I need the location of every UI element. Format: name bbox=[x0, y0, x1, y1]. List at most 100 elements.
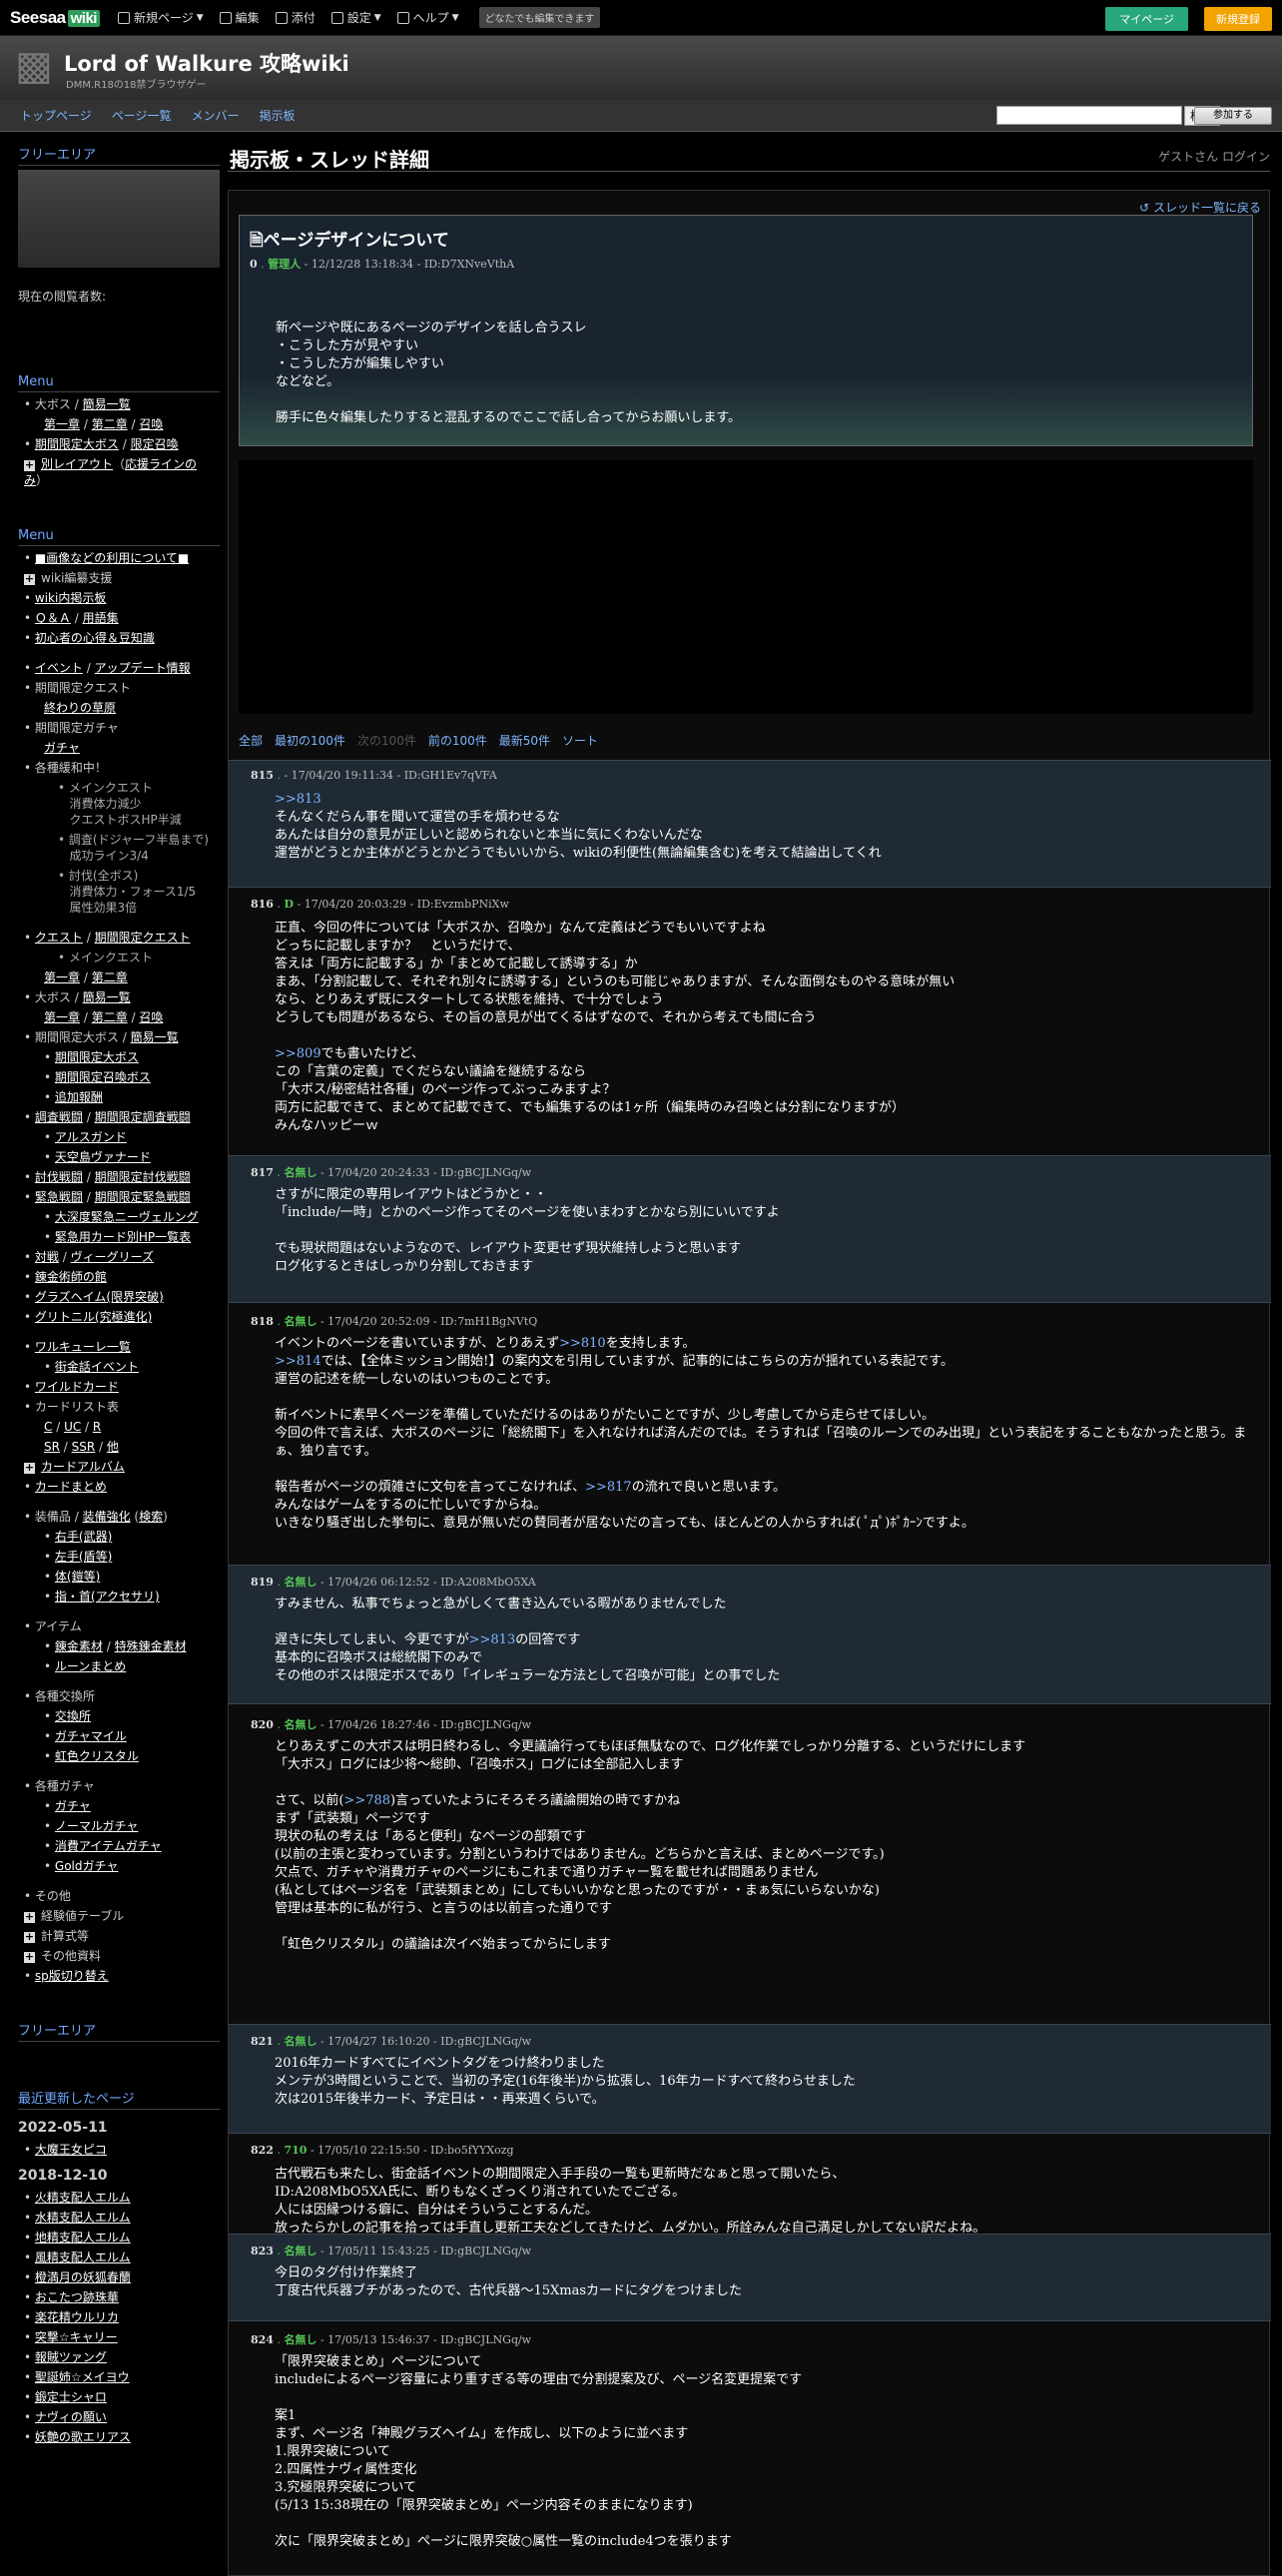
sidebar-item[interactable]: • 追加報酬 bbox=[24, 1089, 220, 1105]
recent-page-link[interactable]: 突撃☆キャリー bbox=[24, 2329, 220, 2345]
recent-page-link[interactable]: 報賊ツァング bbox=[24, 2349, 220, 2365]
sidebar-item[interactable]: • メインクエスト 消費体力減少 クエストボスHP半減 bbox=[24, 780, 220, 828]
sidebar-item[interactable]: 各種交換所 bbox=[24, 1688, 220, 1704]
sidebar-item[interactable]: 大ボス / 簡易一覧 bbox=[24, 396, 220, 412]
paging-link[interactable]: 最新50件 bbox=[499, 732, 550, 749]
sidebar-item[interactable]: ワルキューレ一覧 bbox=[24, 1339, 220, 1355]
sidebar-item[interactable]: • ガチャ bbox=[24, 1798, 220, 1814]
gnav-item[interactable]: メンバー bbox=[192, 107, 240, 124]
recent-page-link[interactable]: ナヴィの願い bbox=[24, 2409, 220, 2425]
sidebar-item[interactable]: • 錬金素材 / 特殊錬金素材 bbox=[24, 1638, 220, 1654]
sidebar-item[interactable]: • 体(鎧等) bbox=[24, 1569, 220, 1585]
sidebar-item[interactable]: ガチャ bbox=[24, 740, 220, 756]
sidebar-item[interactable]: 錬金術師の館 bbox=[24, 1269, 220, 1285]
gnav-item[interactable]: トップページ bbox=[20, 107, 92, 124]
sidebar-item[interactable]: • 緊急用カード別HP一覧表 bbox=[24, 1229, 220, 1245]
sidebar-item[interactable]: グリトニル(究極進化) bbox=[24, 1309, 220, 1325]
sidebar-item[interactable]: 期間限定クエスト bbox=[24, 680, 220, 696]
sidebar-item[interactable]: • 調査(ドジャーフ半島まで) 成功ライン3/4 bbox=[24, 832, 220, 864]
sidebar-item[interactable]: 初心者の心得＆豆知識 bbox=[24, 630, 220, 646]
back-to-thread-list-link[interactable]: ↺ スレッド一覧に戻る bbox=[1139, 199, 1261, 216]
recent-page-link[interactable]: 大魔王女ピコ bbox=[24, 2142, 220, 2158]
mypage-button[interactable]: マイページ bbox=[1105, 7, 1188, 31]
sidebar-item[interactable]: 対戦 / ヴィーグリーズ bbox=[24, 1249, 220, 1265]
sidebar-item[interactable]: • 消費アイテムガチャ bbox=[24, 1838, 220, 1854]
sidebar-item[interactable]: カードリスト表 bbox=[24, 1399, 220, 1415]
sidebar-item[interactable]: SR / SSR / 他 bbox=[24, 1439, 220, 1455]
sidebar-item[interactable]: ワイルドカード bbox=[24, 1379, 220, 1395]
sidebar-item[interactable]: 経験値テーブル bbox=[24, 1908, 220, 1924]
paging-link[interactable]: 前の100件 bbox=[428, 732, 487, 749]
sidebar-item[interactable]: 別レイアウト（応援ラインのみ） bbox=[24, 456, 220, 488]
sidebar-item[interactable]: ■画像などの利用について■ bbox=[24, 550, 220, 566]
paging-link[interactable]: ソート bbox=[562, 732, 598, 749]
sidebar-item[interactable]: • ノーマルガチャ bbox=[24, 1818, 220, 1834]
recent-page-link[interactable]: おこたつ跡珠華 bbox=[24, 2289, 220, 2305]
sidebar-item[interactable]: • 討伐(全ボス) 消費体力・フォース1/5 属性効果3倍 bbox=[24, 868, 220, 916]
login-state[interactable]: ゲストさん ログイン bbox=[1158, 148, 1270, 165]
sidebar-item[interactable]: • メインクエスト bbox=[24, 950, 220, 966]
recent-page-link[interactable]: 橙満月の妖狐春蘭 bbox=[24, 2269, 220, 2285]
sidebar-item[interactable]: その他 bbox=[24, 1888, 220, 1904]
sidebar-item[interactable]: 大ボス / 簡易一覧 bbox=[24, 989, 220, 1005]
sidebar-item[interactable]: • 右手(武器) bbox=[24, 1529, 220, 1545]
recent-page-link[interactable]: 火精支配人エルム bbox=[24, 2190, 220, 2206]
register-button[interactable]: 新規登録 bbox=[1204, 7, 1272, 31]
gnav-item[interactable]: ページ一覧 bbox=[112, 107, 172, 124]
sidebar-item[interactable]: グラズヘイム(限界突破) bbox=[24, 1289, 220, 1305]
sidebar-item[interactable]: • Goldガチャ bbox=[24, 1858, 220, 1874]
sidebar-item[interactable]: アイテム bbox=[24, 1618, 220, 1634]
sidebar-item[interactable]: • 期間限定大ボス bbox=[24, 1049, 220, 1065]
recent-page-link[interactable]: 水精支配人エルム bbox=[24, 2210, 220, 2226]
sidebar-item[interactable]: sp版切り替え bbox=[24, 1968, 220, 1984]
sidebar-item[interactable]: • アルスガンド bbox=[24, 1129, 220, 1145]
top-nav-item[interactable]: 編集 bbox=[219, 9, 260, 26]
sidebar-item[interactable]: • 天空島ヴァナード bbox=[24, 1149, 220, 1165]
sidebar-item[interactable]: 緊急戦闘 / 期間限定緊急戦闘 bbox=[24, 1189, 220, 1205]
sidebar-item[interactable]: 終わりの草原 bbox=[24, 700, 220, 716]
sidebar-item[interactable]: 装備品 / 装備強化 (検索) bbox=[24, 1509, 220, 1525]
recent-page-link[interactable]: 楽花精ウルリカ bbox=[24, 2309, 220, 2325]
join-button[interactable]: 参加する bbox=[1194, 107, 1272, 125]
sidebar-item[interactable]: • 街金話イベント bbox=[24, 1359, 220, 1375]
sidebar-item[interactable]: • 虹色クリスタル bbox=[24, 1748, 220, 1764]
recent-page-link[interactable]: 鍛定士シャロ bbox=[24, 2389, 220, 2405]
sidebar-item[interactable]: カードまとめ bbox=[24, 1479, 220, 1495]
sidebar-item[interactable]: wiki編纂支援 bbox=[24, 570, 220, 586]
sidebar-item[interactable]: 各種緩和中！ bbox=[24, 760, 220, 776]
sidebar-item[interactable]: • 左手(盾等) bbox=[24, 1549, 220, 1565]
top-nav-item[interactable]: 新規ページ ▼ bbox=[117, 9, 204, 26]
sidebar-item[interactable]: • 指・首(アクセサリ) bbox=[24, 1589, 220, 1605]
sidebar-item[interactable]: • 期間限定召喚ボス bbox=[24, 1069, 220, 1085]
sidebar-item[interactable]: • 大深度緊急ニーヴェルング bbox=[24, 1209, 220, 1225]
sidebar-item[interactable]: その他資料 bbox=[24, 1948, 220, 1964]
gnav-item[interactable]: 掲示板 bbox=[260, 107, 296, 124]
sidebar-item[interactable]: 第一章 / 第二章 / 召喚 bbox=[24, 1009, 220, 1025]
sidebar-item[interactable]: • ガチャマイル bbox=[24, 1728, 220, 1744]
sidebar-item[interactable]: • 交換所 bbox=[24, 1708, 220, 1724]
sidebar-item[interactable]: イベント / アップデート情報 bbox=[24, 660, 220, 676]
recent-page-link[interactable]: 妖艶の歌エリアス bbox=[24, 2429, 220, 2445]
sidebar-item[interactable]: 調査戦闘 / 期間限定調査戦闘 bbox=[24, 1109, 220, 1125]
top-nav-item[interactable]: ヘルプ ▼ bbox=[396, 9, 459, 26]
paging-link[interactable]: 最初の100件 bbox=[275, 732, 345, 749]
recent-page-link[interactable]: 風精支配人エルム bbox=[24, 2250, 220, 2265]
seesaa-wiki-logo[interactable]: Seesaa wiki bbox=[10, 8, 100, 28]
sidebar-item[interactable]: 期間限定ガチャ bbox=[24, 720, 220, 736]
recent-page-link[interactable]: 地精支配人エルム bbox=[24, 2230, 220, 2246]
paging-link[interactable]: 全部 bbox=[239, 732, 263, 749]
recent-page-link[interactable]: 聖誕姉☆メイヨウ bbox=[24, 2369, 220, 2385]
sidebar-item[interactable]: • ルーンまとめ bbox=[24, 1658, 220, 1674]
sidebar-item[interactable]: 第一章 / 第二章 bbox=[24, 969, 220, 985]
sidebar-item[interactable]: 各種ガチャ bbox=[24, 1778, 220, 1794]
sidebar-item[interactable]: Ｑ＆Ａ / 用語集 bbox=[24, 610, 220, 626]
sidebar-item[interactable]: 計算式等 bbox=[24, 1928, 220, 1944]
sidebar-item[interactable]: 期間限定大ボス / 簡易一覧 bbox=[24, 1029, 220, 1045]
sidebar-item[interactable]: クエスト / 期間限定クエスト bbox=[24, 930, 220, 946]
site-title[interactable]: Lord of Walkure 攻略wiki bbox=[64, 48, 349, 78]
top-nav-item[interactable]: 添付 bbox=[275, 9, 316, 26]
sidebar-item[interactable]: C / UC / R bbox=[24, 1419, 220, 1435]
sidebar-item[interactable]: wiki内掲示板 bbox=[24, 590, 220, 606]
sidebar-item[interactable]: カードアルバム bbox=[24, 1459, 220, 1475]
sidebar-item[interactable]: 第一章 / 第二章 / 召喚 bbox=[24, 416, 220, 432]
